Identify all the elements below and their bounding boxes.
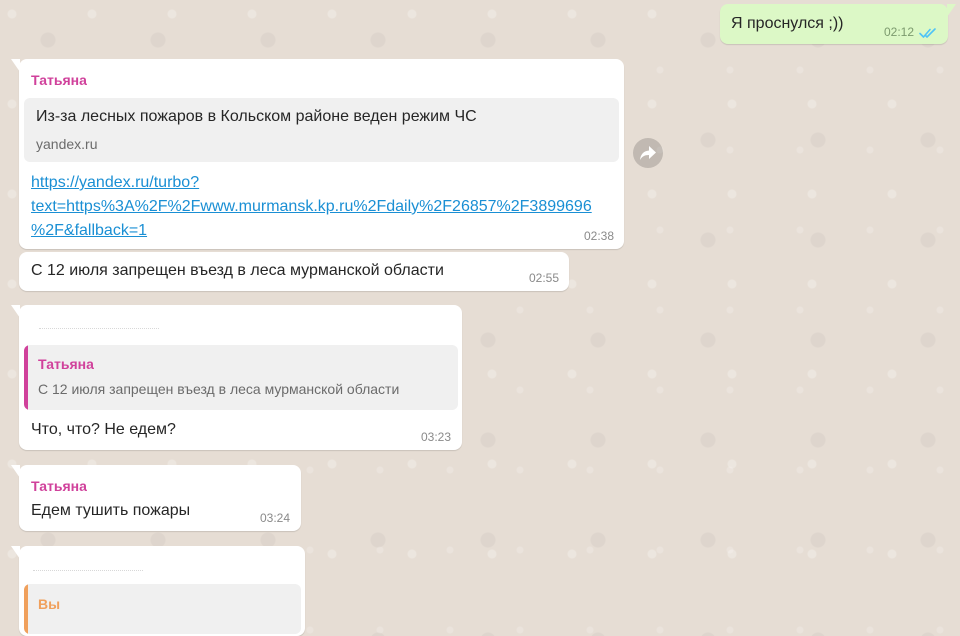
message-link-line-2[interactable]: text=https%3A%2F%2Fwww.murmansk.kp.ru%2F… xyxy=(31,195,592,219)
sender-name: Татьяна xyxy=(31,72,87,88)
message-time: 02:12 xyxy=(884,25,915,39)
quote-accent-bar xyxy=(24,345,28,410)
bubble-tail xyxy=(11,546,20,559)
message-text: С 12 июля запрещен въезд в леса мурманск… xyxy=(31,262,444,279)
bubble-tail xyxy=(11,305,20,318)
sender-name: Татьяна xyxy=(31,478,87,494)
message-bubble-link[interactable]: Татьяна Из-за лесных пожаров в Кольском … xyxy=(11,59,624,249)
message-time: 03:23 xyxy=(421,430,452,444)
message-bubble-outgoing[interactable]: Я проснулся ;)) 02:12 xyxy=(720,4,956,44)
quoted-message[interactable]: Вы xyxy=(24,584,301,634)
bubble-tail xyxy=(947,4,956,17)
link-preview-card[interactable]: Из-за лесных пожаров в Кольском районе в… xyxy=(24,98,619,162)
quote-accent-bar xyxy=(24,584,28,634)
bubble-tail xyxy=(11,59,20,72)
sender-name-placeholder xyxy=(39,328,159,330)
forward-button[interactable] xyxy=(633,138,663,168)
link-preview-domain: yandex.ru xyxy=(36,136,98,152)
quote-text: С 12 июля запрещен въезд в леса мурманск… xyxy=(38,381,400,397)
message-bubble[interactable]: Татьяна Едем тушить пожары 03:24 xyxy=(11,465,301,531)
message-link-line-3[interactable]: %2F&fallback=1 xyxy=(31,219,147,243)
quoted-message[interactable]: Татьяна С 12 июля запрещен въезд в леса … xyxy=(24,345,458,410)
message-link-line-1[interactable]: https://yandex.ru/turbo? xyxy=(31,171,199,195)
message-bubble[interactable]: С 12 июля запрещен въезд в леса мурманск… xyxy=(19,252,569,291)
quote-sender-name: Вы xyxy=(38,596,61,612)
forward-arrow-icon xyxy=(639,145,657,161)
link-preview-title: Из-за лесных пожаров в Кольском районе в… xyxy=(36,108,477,125)
message-time: 03:24 xyxy=(260,511,291,525)
bubble-tail xyxy=(11,465,20,478)
message-bubble-reply[interactable]: Татьяна С 12 июля запрещен въезд в леса … xyxy=(11,305,462,450)
message-text: Я проснулся ;)) xyxy=(731,15,844,32)
double-check-icon xyxy=(919,26,937,38)
sender-name-placeholder xyxy=(33,570,143,572)
message-time: 02:55 xyxy=(529,271,560,285)
message-time: 02:38 xyxy=(584,229,615,243)
quote-sender-name: Татьяна xyxy=(38,356,94,372)
message-text: Едем тушить пожары xyxy=(31,502,191,519)
message-text: Что, что? Не едем? xyxy=(31,421,176,438)
